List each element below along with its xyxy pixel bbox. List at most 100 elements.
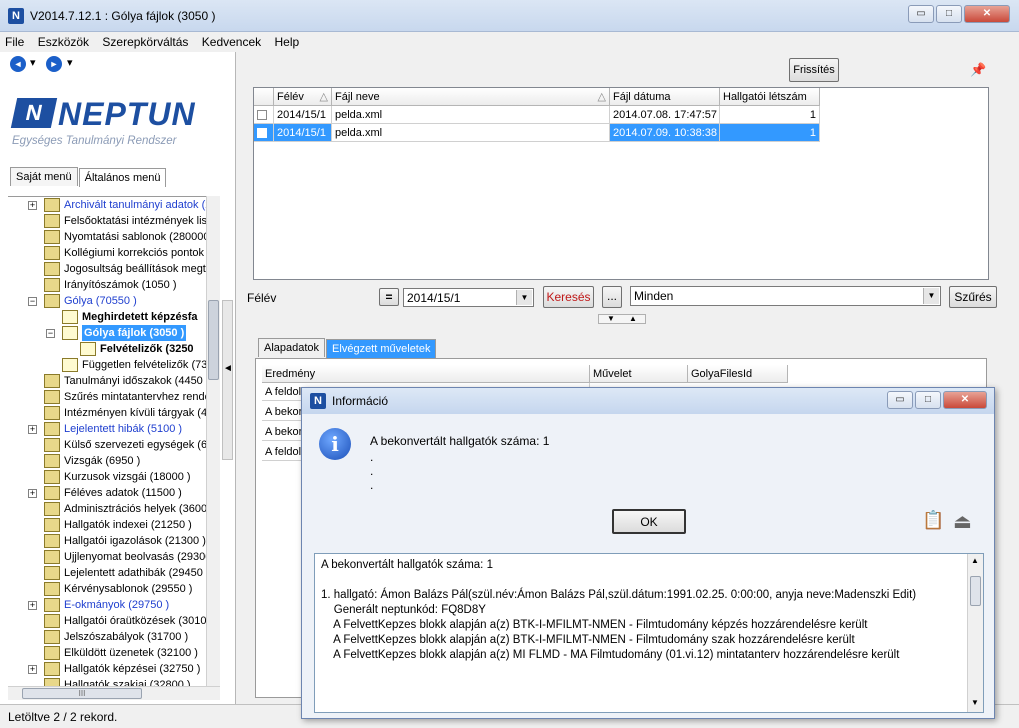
tree-item[interactable]: Kurzusok vizsgái (18000 )	[8, 469, 206, 485]
close-button[interactable]: ✕	[964, 5, 1010, 23]
dialog-maximize-button[interactable]: □	[915, 391, 941, 409]
details-scroll-thumb[interactable]	[970, 576, 981, 606]
tree-item[interactable]: Irányítószámok (1050 )	[8, 277, 206, 293]
chevron-down-icon[interactable]: ▼	[923, 288, 939, 304]
tree-item[interactable]: Lejelentett adathibák (29450	[8, 565, 206, 581]
expand-icon[interactable]: +	[28, 489, 37, 498]
forward-dropdown-icon[interactable]: ▾	[67, 56, 73, 69]
tree-item[interactable]: Nyomtatási sablonok (280000	[8, 229, 206, 245]
tree-item[interactable]: Meghirdetett képzésfa	[8, 309, 206, 325]
menu-kedvencek[interactable]: Kedvencek	[197, 32, 266, 52]
expand-icon[interactable]: +	[28, 601, 37, 610]
table-row-cell[interactable]: 2014/15/1	[274, 124, 332, 142]
tree-item[interactable]: + Féléves adatok (11500 )	[8, 485, 206, 501]
collapse-icon[interactable]: −	[46, 329, 55, 338]
semester-select[interactable]: 2014/15/1 ▼	[403, 288, 534, 307]
back-dropdown-icon[interactable]: ▾	[30, 56, 36, 69]
expand-icon[interactable]: +	[28, 425, 37, 434]
tree-item[interactable]: Tanulmányi időszakok (4450	[8, 373, 206, 389]
tree-item[interactable]: Adminisztrációs helyek (3600	[8, 501, 206, 517]
tree-item[interactable]: Külső szervezeti egységek (6	[8, 437, 206, 453]
tree-item[interactable]: Független felvételizők (73	[8, 357, 206, 373]
tree-item[interactable]: Ujjlenyomat beolvasás (29300	[8, 549, 206, 565]
collapse-up-icon[interactable]: ▲	[629, 315, 637, 323]
tree-scroll-thumb[interactable]	[208, 300, 219, 380]
filter-button[interactable]: Szűrés	[949, 286, 997, 308]
operator-button[interactable]: =	[379, 288, 399, 306]
ops-header-muvelet[interactable]: Művelet	[590, 365, 688, 383]
tree-item[interactable]: Felsőoktatási intézmények list	[8, 213, 206, 229]
table-row-cell[interactable]: pelda.xml	[332, 124, 610, 142]
tree-hscroll-thumb[interactable]: III	[22, 688, 142, 699]
collapse-left-icon[interactable]: ◄	[223, 363, 233, 374]
tab-alapadatok[interactable]: Alapadatok	[258, 338, 326, 357]
tree-item[interactable]: Kérvénysablonok (29550 )	[8, 581, 206, 597]
expand-icon[interactable]: +	[28, 201, 37, 210]
dialog-close-button[interactable]: ✕	[943, 391, 987, 409]
grid-header-fajl-neve[interactable]: Fájl neve △	[332, 88, 610, 106]
table-row-cell[interactable]: 2014.07.09. 10:38:38	[610, 124, 720, 142]
collapse-icon[interactable]: −	[28, 297, 37, 306]
menu-help[interactable]: Help	[270, 32, 305, 52]
scroll-down-icon[interactable]: ▼	[971, 698, 979, 707]
table-row-cell[interactable]: 2014/15/1	[274, 106, 332, 124]
tree-item[interactable]: Jogosultság beállítások megt	[8, 261, 206, 277]
grid-header-hallgatoi-letszam[interactable]: Hallgatói létszám	[720, 88, 820, 106]
tab-sajat-menu[interactable]: Saját menü	[10, 167, 78, 186]
collapse-down-icon[interactable]: ▼	[607, 315, 615, 323]
table-row-cell[interactable]: 1	[720, 106, 820, 124]
pin-icon[interactable]: 📌	[970, 62, 986, 78]
chevron-down-icon[interactable]: ▼	[516, 290, 532, 305]
tree-item[interactable]: + Archivált tanulmányi adatok (2	[8, 197, 206, 213]
ops-header-golyafilesid[interactable]: GolyaFilesId	[688, 365, 788, 383]
dialog-details-textbox[interactable]: A bekonvertált hallgatók száma: 1 1. hall…	[314, 553, 984, 713]
forward-icon[interactable]: ►	[46, 56, 62, 72]
menu-eszkozok[interactable]: Eszközök	[33, 32, 94, 52]
tree-item[interactable]: Vizsgák (6950 )	[8, 453, 206, 469]
tree-item[interactable]: + E-okmányok (29750 )	[8, 597, 206, 613]
back-icon[interactable]: ◄	[10, 56, 26, 72]
table-row-cell[interactable]: pelda.xml	[332, 106, 610, 124]
tree-item[interactable]: + Hallgatók képzései (32750 )	[8, 661, 206, 677]
tree-item[interactable]: Hallgatói igazolások (21300 )	[8, 533, 206, 549]
tab-elvegzett-muveletek[interactable]: Elvégzett műveletek	[326, 339, 437, 358]
row-checkbox[interactable]	[254, 124, 274, 142]
ok-button[interactable]: OK	[612, 509, 686, 534]
tree-item[interactable]: + Lejelentett hibák (5100 )	[8, 421, 206, 437]
scope-select[interactable]: Minden ▼	[630, 286, 941, 306]
panel-splitter[interactable]: ◄	[222, 300, 233, 460]
eject-icon[interactable]: ⏏	[953, 509, 972, 534]
tree-item[interactable]: Hallgatók indexei (21250 )	[8, 517, 206, 533]
refresh-button[interactable]: Frissítés	[789, 58, 839, 82]
menu-szerepkorvaltas[interactable]: Szerepkörváltás	[97, 32, 193, 52]
tree-item[interactable]: Hallgatói óraütközések (3010	[8, 613, 206, 629]
grid-header-felev[interactable]: Félév △	[274, 88, 332, 106]
maximize-button[interactable]: □	[936, 5, 962, 23]
ellipsis-button[interactable]: ...	[602, 286, 622, 308]
table-row-cell[interactable]: 1	[720, 124, 820, 142]
row-checkbox[interactable]	[254, 106, 274, 124]
grid-header-fajl-datuma[interactable]: Fájl dátuma	[610, 88, 720, 106]
tree-item[interactable]: − Gólya (70550 )	[8, 293, 206, 309]
tree-item[interactable]: Felvételizők (3250	[8, 341, 206, 357]
tree-item[interactable]: Intézményen kívüli tárgyak (4	[8, 405, 206, 421]
details-scrollbar[interactable]: ▲ ▼	[967, 554, 983, 712]
tree-horizontal-scrollbar[interactable]: III	[8, 686, 220, 700]
tree-item[interactable]: Jelszószabályok (31700 )	[8, 629, 206, 645]
tree-item[interactable]: Hallgatók szakjai (32800 )	[8, 677, 206, 686]
tree-vertical-scrollbar[interactable]	[206, 196, 220, 686]
tree-item[interactable]: − Gólya fájlok (3050 )	[8, 325, 206, 341]
expand-icon[interactable]: +	[28, 665, 37, 674]
scroll-up-icon[interactable]: ▲	[971, 556, 979, 565]
dialog-minimize-button[interactable]: ▭	[887, 391, 913, 409]
table-row-cell[interactable]: 2014.07.08. 17:47:57	[610, 106, 720, 124]
copy-to-clipboard-icon[interactable]: 📋	[922, 510, 944, 531]
tab-altalanos-menu[interactable]: Általános menü	[78, 168, 167, 187]
menu-file[interactable]: File	[0, 32, 29, 52]
ops-header-eredmeny[interactable]: Eredmény	[262, 365, 590, 383]
minimize-button[interactable]: ▭	[908, 5, 934, 23]
search-button[interactable]: Keresés	[543, 286, 594, 308]
tree-item[interactable]: Kollégiumi korrekciós pontok (	[8, 245, 206, 261]
tree-item[interactable]: Elküldött üzenetek (32100 )	[8, 645, 206, 661]
tree-item[interactable]: Szűrés mintatantervhez rende	[8, 389, 206, 405]
